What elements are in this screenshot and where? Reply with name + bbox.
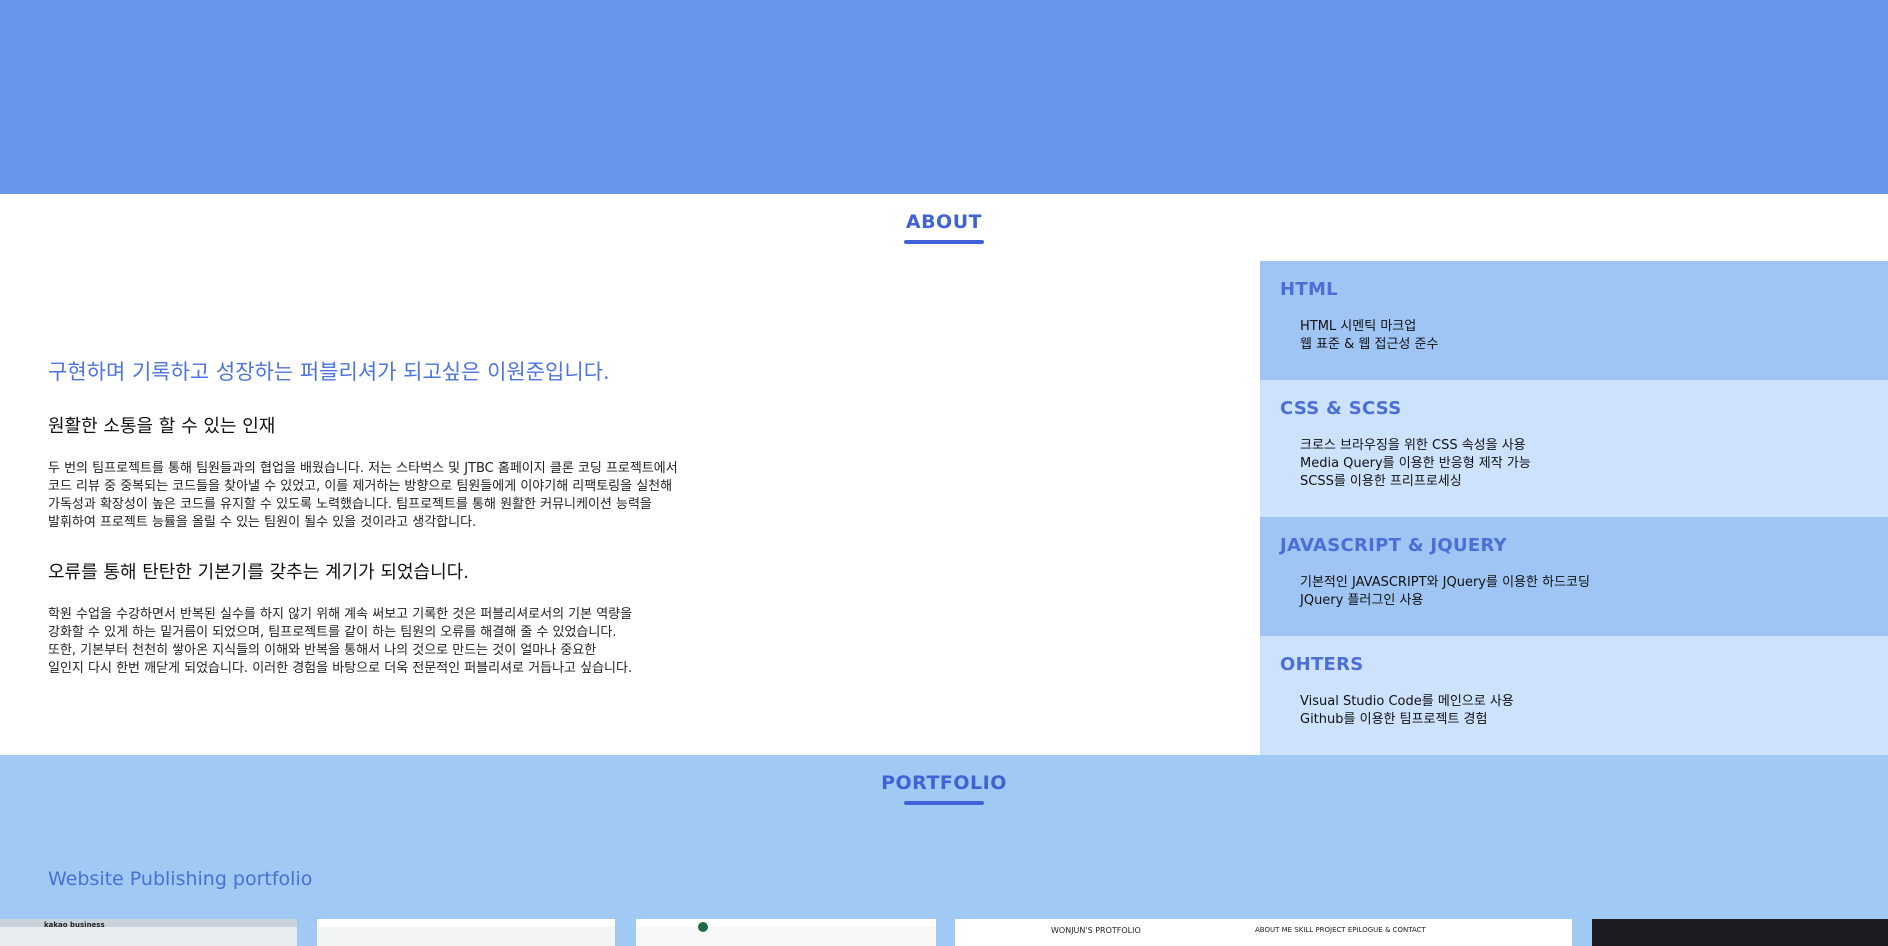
thumb-label: kakao business [44,921,105,929]
portfolio-thumb-wonjun[interactable]: WONJUN'S PROTFOLIO ABOUT ME SKILL PROJEC… [955,919,1572,946]
skill-list-others: Visual Studio Code를 메인으로 사용 Github를 이용한 … [1280,693,1868,729]
portfolio-thumb-5[interactable] [1592,919,1888,946]
about-subhead-fundamentals: 오류를 통해 탄탄한 기본기를 갖추는 계기가 되었습니다. [48,562,469,583]
about-headline: 구현하며 기록하고 성장하는 퍼블리셔가 되고싶은 이원준입니다. [48,360,610,384]
thumb-label: WONJUN'S PROTFOLIO [1051,926,1141,935]
skill-item: Visual Studio Code를 메인으로 사용 [1300,694,1514,709]
thumb-header-bar [317,919,615,927]
skill-title-css: CSS & SCSS [1280,398,1402,419]
skill-item: 웹 표준 & 웹 접근성 준수 [1300,337,1439,352]
portfolio-thumb-2[interactable] [317,919,615,946]
about-intro: 구현하며 기록하고 성장하는 퍼블리셔가 되고싶은 이원준입니다. 원활한 소통… [48,356,748,704]
about-section: ABOUT 구현하며 기록하고 성장하는 퍼블리셔가 되고싶은 이원준입니다. … [0,194,1888,755]
skill-list-html: HTML 시멘틱 마크업 웹 표준 & 웹 접근성 준수 [1280,318,1868,354]
thumb-header-bar [636,919,936,927]
thumb-header-bar [1592,919,1888,927]
skill-item: JQuery 플러그인 사용 [1300,593,1424,608]
skill-card-others: OHTERS Visual Studio Code를 메인으로 사용 Githu… [1260,636,1888,755]
thumb-nav: ABOUT ME SKILL PROJECT EPILOGUE & CONTAC… [1255,926,1426,934]
skill-item: 크로스 브라우징을 위한 CSS 속성을 사용 [1300,438,1526,453]
skill-title-html: HTML [1280,279,1338,300]
skill-list-css: 크로스 브라우징을 위한 CSS 속성을 사용 Media Query를 이용한… [1280,437,1868,491]
skills-panel: HTML HTML 시멘틱 마크업 웹 표준 & 웹 접근성 준수 CSS & … [1260,261,1888,755]
portfolio-section: PORTFOLIO Website Publishing portfolio k… [0,755,1888,946]
portfolio-subtitle: Website Publishing portfolio [48,868,313,890]
portfolio-title-underline [904,801,984,805]
portfolio-thumb-kakao[interactable]: kakao business [0,919,297,946]
skill-item: HTML 시멘틱 마크업 [1300,319,1417,334]
skill-card-css: CSS & SCSS 크로스 브라우징을 위한 CSS 속성을 사용 Media… [1260,380,1888,517]
skill-item: 기본적인 JAVASCRIPT와 JQuery를 이용한 하드코딩 [1300,575,1590,590]
portfolio-thumb-starbucks[interactable] [636,919,936,946]
skill-title-javascript: JAVASCRIPT & JQUERY [1280,535,1507,556]
skill-list-javascript: 기본적인 JAVASCRIPT와 JQuery를 이용한 하드코딩 JQuery… [1280,574,1868,610]
skill-card-html: HTML HTML 시멘틱 마크업 웹 표준 & 웹 접근성 준수 [1260,261,1888,380]
about-subhead-communication: 원활한 소통을 할 수 있는 인재 [48,416,276,437]
hero-banner [0,0,1888,194]
portfolio-title: PORTFOLIO [881,772,1007,794]
about-title: ABOUT [905,211,983,233]
skill-card-javascript: JAVASCRIPT & JQUERY 기본적인 JAVASCRIPT와 JQu… [1260,517,1888,636]
skill-title-others: OHTERS [1280,654,1364,675]
starbucks-logo-icon [698,922,708,932]
about-paragraph-fundamentals: 학원 수업을 수강하면서 반복된 실수를 하지 않기 위해 계속 써보고 기록한… [48,607,633,676]
about-title-underline [904,240,984,244]
skill-item: Media Query를 이용한 반응형 제작 가능 [1300,456,1531,471]
skill-item: SCSS를 이용한 프리프로세싱 [1300,474,1462,489]
about-paragraph-communication: 두 번의 팀프로젝트를 통해 팀원들과의 협업을 배웠습니다. 저는 스타벅스 … [48,461,678,530]
skill-item: Github를 이용한 팀프로젝트 경험 [1300,712,1488,727]
